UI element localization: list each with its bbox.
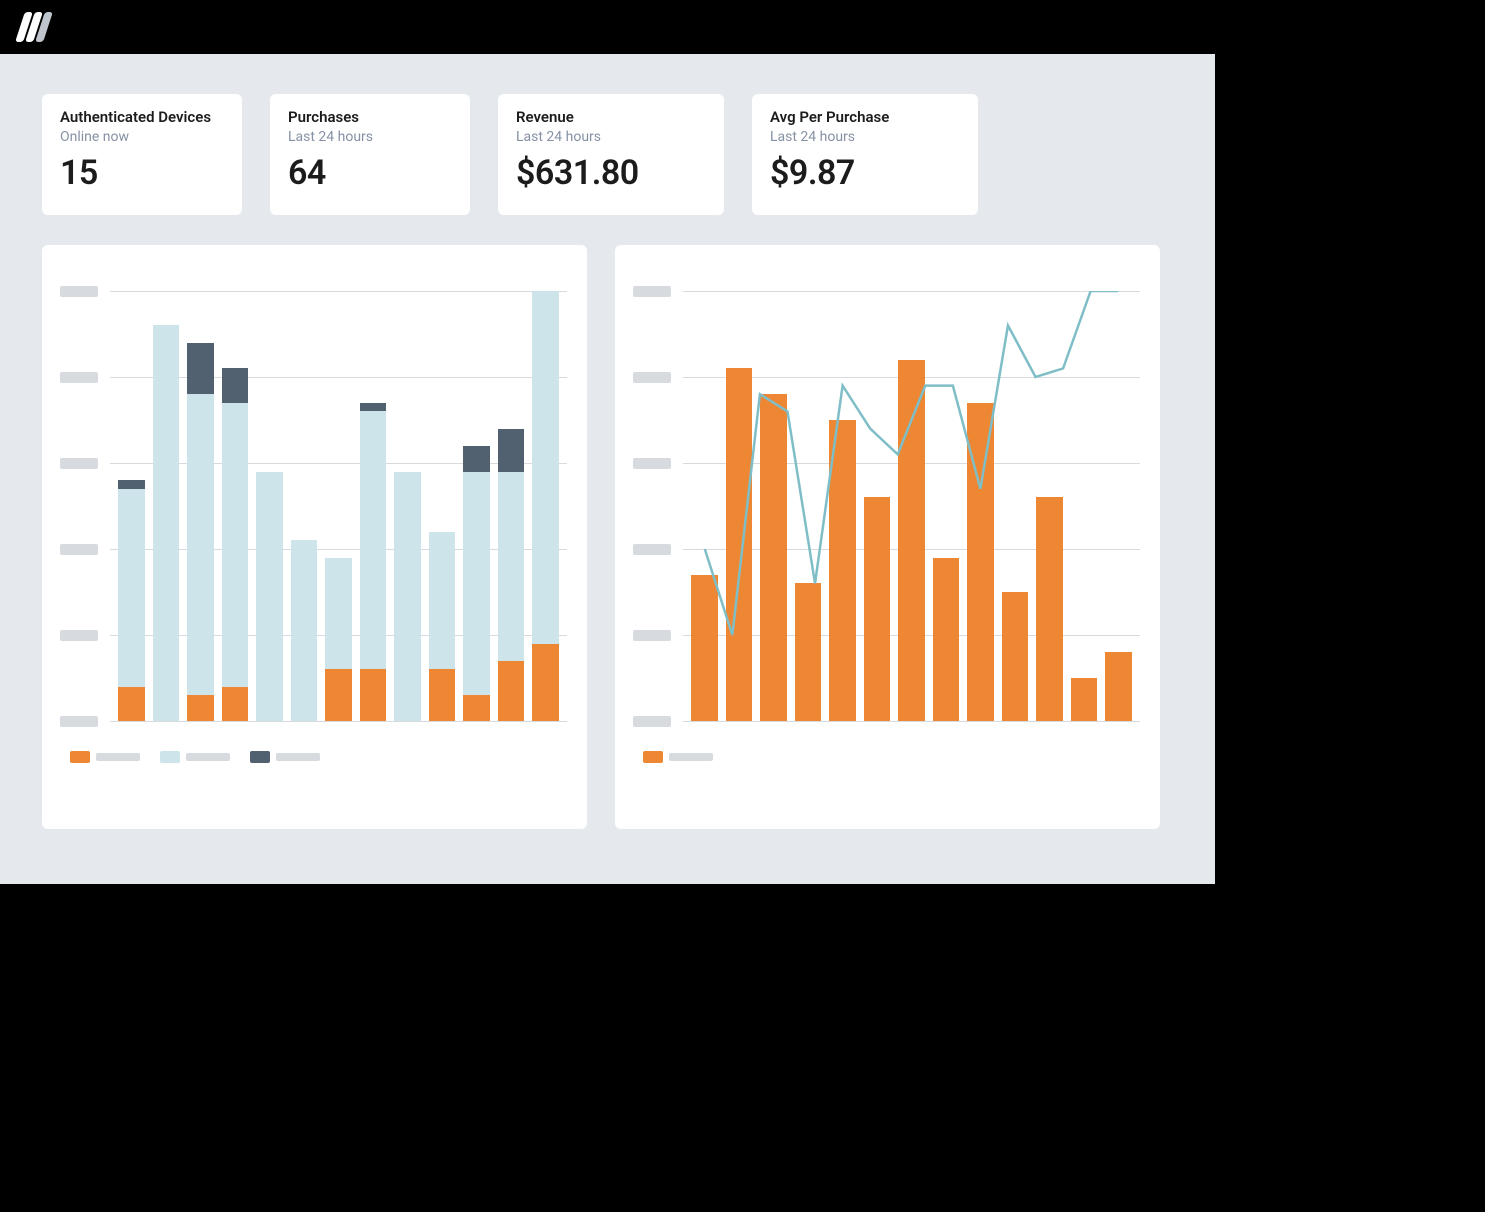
bar-column — [498, 291, 525, 721]
y-axis-tick — [60, 544, 98, 555]
bar-column — [864, 291, 891, 721]
stat-card-title: Avg Per Purchase — [770, 108, 960, 126]
legend-item — [643, 751, 713, 763]
stat-card-subtitle: Online now — [60, 129, 224, 145]
bar-column — [829, 291, 856, 721]
chart-plot-area — [683, 291, 1140, 721]
bar-column — [1105, 291, 1132, 721]
charts-row — [42, 245, 1173, 829]
bar-column — [153, 291, 180, 721]
bar-column — [394, 291, 421, 721]
stat-card-avg: Avg Per Purchase Last 24 hours $9.87 — [752, 94, 978, 215]
y-axis-tick — [633, 458, 671, 469]
stat-card-title: Authenticated Devices — [60, 108, 224, 126]
stat-card-value: $9.87 — [770, 153, 960, 193]
bar-column — [532, 291, 559, 721]
legend-swatch-icon — [250, 751, 270, 763]
bar-column — [795, 291, 822, 721]
stat-cards-row: Authenticated Devices Online now 15 Purc… — [42, 94, 1173, 215]
bar-column — [463, 291, 490, 721]
bar-column — [1071, 291, 1098, 721]
y-axis-tick — [633, 630, 671, 641]
bar-column — [256, 291, 283, 721]
bar-column — [291, 291, 318, 721]
legend-label — [186, 753, 230, 761]
app-window: Authenticated Devices Online now 15 Purc… — [0, 0, 1215, 984]
bar-column — [691, 291, 718, 721]
y-axis-tick — [60, 372, 98, 383]
stat-card-value: 64 — [288, 153, 452, 193]
stat-card-purchases: Purchases Last 24 hours 64 — [270, 94, 470, 215]
stat-card-subtitle: Last 24 hours — [516, 129, 706, 145]
chart-bar-line — [615, 245, 1160, 829]
legend-item — [70, 751, 140, 763]
topbar — [0, 0, 1215, 54]
stat-card-title: Revenue — [516, 108, 706, 126]
y-axis-tick — [633, 716, 671, 727]
bar-column — [933, 291, 960, 721]
legend-swatch-icon — [160, 751, 180, 763]
chart-legend — [70, 751, 567, 763]
bar-column — [325, 291, 352, 721]
stat-card-title: Purchases — [288, 108, 452, 126]
chart-stacked-bars — [42, 245, 587, 829]
y-axis-tick — [60, 286, 98, 297]
stat-card-devices: Authenticated Devices Online now 15 — [42, 94, 242, 215]
stat-card-subtitle: Last 24 hours — [288, 129, 452, 145]
bar-column — [726, 291, 753, 721]
stat-card-subtitle: Last 24 hours — [770, 129, 960, 145]
y-axis-tick — [60, 630, 98, 641]
bar-column — [360, 291, 387, 721]
chart-plot-area — [110, 291, 567, 721]
bar-column — [898, 291, 925, 721]
legend-label — [96, 753, 140, 761]
y-axis-tick — [633, 544, 671, 555]
legend-label — [276, 753, 320, 761]
dashboard-content: Authenticated Devices Online now 15 Purc… — [0, 54, 1215, 884]
stat-card-revenue: Revenue Last 24 hours $631.80 — [498, 94, 724, 215]
stat-card-value: 15 — [60, 153, 224, 193]
legend-item — [250, 751, 320, 763]
chart-legend — [643, 751, 1140, 763]
y-axis-tick — [60, 716, 98, 727]
bar-column — [118, 291, 145, 721]
y-axis-tick — [633, 372, 671, 383]
y-axis-tick — [60, 458, 98, 469]
bar-column — [1002, 291, 1029, 721]
bar-column — [187, 291, 214, 721]
app-logo-icon — [15, 12, 63, 42]
stat-card-value: $631.80 — [516, 153, 706, 193]
bar-column — [1036, 291, 1063, 721]
bar-column — [967, 291, 994, 721]
legend-swatch-icon — [70, 751, 90, 763]
legend-item — [160, 751, 230, 763]
legend-swatch-icon — [643, 751, 663, 763]
y-axis-tick — [633, 286, 671, 297]
legend-label — [669, 753, 713, 761]
bar-column — [222, 291, 249, 721]
bar-column — [429, 291, 456, 721]
bar-column — [760, 291, 787, 721]
